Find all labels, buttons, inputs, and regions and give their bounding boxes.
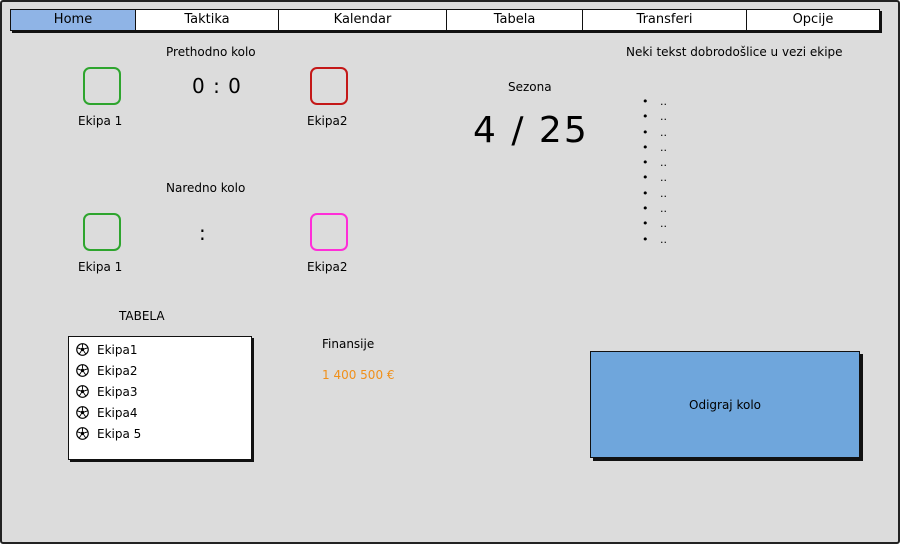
season-label: Sezona [508, 80, 552, 94]
soccer-ball-icon [76, 406, 89, 419]
tab-transferi[interactable]: Transferi [583, 10, 747, 30]
list-item: •.. [642, 232, 667, 246]
tab-taktika[interactable]: Taktika [136, 10, 279, 30]
tab-tabela[interactable]: Tabela [447, 10, 583, 30]
table-title: TABELA [119, 309, 165, 323]
next-away-team-badge [310, 213, 348, 251]
previous-round-score: 0 : 0 [192, 74, 242, 98]
welcome-text: Neki tekst dobrodošlice u vezi ekipe [626, 45, 843, 59]
list-item: •.. [642, 186, 667, 200]
list-item: •.. [642, 171, 667, 185]
next-round-title: Naredno kolo [166, 181, 246, 195]
table-row[interactable]: Ekipa 5 [69, 423, 251, 444]
table-team-name: Ekipa1 [97, 342, 138, 357]
tab-home[interactable]: Home [11, 10, 136, 30]
table-row[interactable]: Ekipa4 [69, 402, 251, 423]
soccer-ball-icon [76, 343, 89, 356]
soccer-ball-icon [76, 427, 89, 440]
previous-home-team-name: Ekipa 1 [78, 114, 123, 128]
previous-away-team-name: Ekipa2 [307, 114, 348, 128]
standings-table: Ekipa1 Ekipa2 Ekipa3 Ekipa4 Ekipa 5 [68, 336, 252, 460]
app-window: Home Taktika Kalendar Tabela Transferi O… [0, 0, 900, 544]
previous-away-team-badge [310, 67, 348, 105]
list-item: •.. [642, 110, 667, 124]
soccer-ball-icon [76, 385, 89, 398]
previous-home-team-badge [83, 67, 121, 105]
finance-amount: 1 400 500 € [322, 368, 395, 382]
list-item: •.. [642, 217, 667, 231]
next-home-team-badge [83, 213, 121, 251]
play-round-button[interactable]: Odigraj kolo [590, 351, 860, 458]
next-home-team-name: Ekipa 1 [78, 260, 123, 274]
list-item: •.. [642, 156, 667, 170]
table-team-name: Ekipa3 [97, 384, 138, 399]
welcome-bullet-list: •.. •.. •.. •.. •.. •.. •.. •.. •.. •.. [642, 94, 667, 247]
soccer-ball-icon [76, 364, 89, 377]
next-away-team-name: Ekipa2 [307, 260, 348, 274]
list-item: •.. [642, 125, 667, 139]
table-row[interactable]: Ekipa1 [69, 339, 251, 360]
tab-kalendar[interactable]: Kalendar [279, 10, 447, 30]
play-round-button-label: Odigraj kolo [689, 397, 761, 412]
table-team-name: Ekipa 5 [97, 426, 142, 441]
tab-opcije[interactable]: Opcije [747, 10, 879, 30]
table-row[interactable]: Ekipa2 [69, 360, 251, 381]
table-team-name: Ekipa2 [97, 363, 138, 378]
table-team-name: Ekipa4 [97, 405, 138, 420]
list-item: •.. [642, 202, 667, 216]
previous-round-title: Prethodno kolo [166, 45, 256, 59]
season-value: 4 / 25 [473, 110, 589, 151]
next-round-score: : [199, 221, 207, 245]
finance-label: Finansije [322, 337, 375, 351]
list-item: •.. [642, 140, 667, 154]
table-row[interactable]: Ekipa3 [69, 381, 251, 402]
top-navigation: Home Taktika Kalendar Tabela Transferi O… [10, 9, 880, 31]
list-item: •.. [642, 95, 667, 108]
